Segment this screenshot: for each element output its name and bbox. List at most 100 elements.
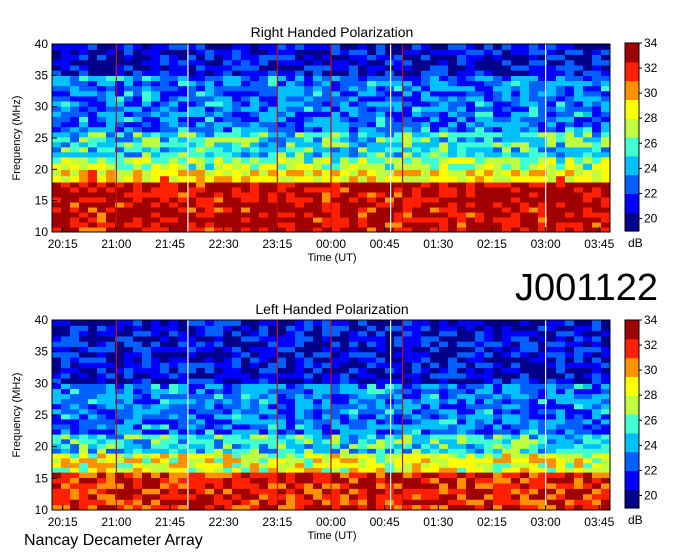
heatmap-cell: [106, 59, 116, 66]
heatmap-cell: [349, 116, 359, 123]
heatmap-cell: [529, 121, 539, 128]
heatmap-cell: [484, 64, 494, 71]
heatmap-cell: [484, 335, 494, 342]
heatmap-cell: [421, 151, 431, 158]
heatmap-cell: [421, 462, 431, 468]
heatmap-cell: [196, 320, 206, 326]
heatmap-cell: [70, 151, 80, 158]
heatmap-cell: [70, 111, 80, 117]
heatmap-cell: [430, 388, 440, 395]
heatmap-cell: [376, 398, 386, 405]
heatmap-cell: [142, 330, 152, 337]
heatmap-cell: [61, 54, 71, 61]
heatmap-cell: [385, 434, 395, 440]
heatmap-cell: [412, 146, 422, 153]
heatmap-cell: [583, 186, 593, 193]
heatmap-cell: [583, 482, 593, 489]
heatmap-cell: [574, 181, 584, 188]
heatmap-cell: [106, 472, 116, 479]
heatmap-cell: [529, 163, 539, 170]
x-tick-label: 01:30: [423, 237, 453, 251]
heatmap-cell: [196, 111, 206, 117]
heatmap-cell: [358, 70, 368, 76]
heatmap-cell: [358, 362, 368, 369]
heatmap-cell: [574, 111, 584, 117]
heatmap-cell: [169, 388, 179, 395]
heatmap-cell: [259, 175, 269, 183]
heatmap-cell: [457, 418, 467, 425]
heatmap-cell: [358, 100, 368, 107]
heatmap-cell: [79, 156, 89, 164]
heatmap-cell: [448, 408, 458, 415]
heatmap-cell: [457, 341, 467, 347]
heatmap-cell: [439, 335, 449, 342]
heatmap-cell: [457, 64, 467, 71]
heatmap-cell: [385, 477, 395, 484]
heatmap-cell: [484, 136, 494, 143]
heatmap-cell: [574, 383, 584, 389]
heatmap-cell: [547, 372, 557, 379]
heatmap-cell: [304, 320, 314, 326]
heatmap-cell: [259, 488, 269, 495]
heatmap-cell: [376, 403, 386, 410]
heatmap-cell: [493, 146, 503, 153]
heatmap-cell: [592, 90, 602, 97]
heatmap-cell: [403, 156, 413, 164]
heatmap-cell: [529, 181, 539, 188]
heatmap-cell: [151, 221, 161, 228]
heatmap-cell: [547, 136, 557, 143]
heatmap-cell: [178, 453, 188, 459]
heatmap-cell: [223, 472, 233, 479]
heatmap-cell: [88, 457, 98, 464]
heatmap-cell: [448, 443, 458, 449]
heatmap-cell: [313, 121, 323, 128]
heatmap-cell: [322, 201, 332, 208]
heatmap-cell: [349, 44, 359, 50]
heatmap-cell: [304, 393, 314, 400]
heatmap-cell: [277, 448, 287, 454]
heatmap-cell: [556, 216, 566, 223]
heatmap-cell: [88, 146, 98, 153]
heatmap-cell: [223, 196, 233, 203]
spectrogram-heatmap: [52, 320, 610, 510]
heatmap-cell: [511, 116, 521, 123]
heatmap-cell: [520, 477, 530, 484]
heatmap-cell: [214, 206, 224, 213]
heatmap-cell: [286, 75, 296, 82]
heatmap-cell: [151, 121, 161, 128]
heatmap-cell: [286, 346, 296, 353]
heatmap-cell: [475, 482, 485, 489]
heatmap-cell: [466, 418, 476, 425]
heatmap-cell: [178, 320, 188, 326]
heatmap-cell: [340, 85, 350, 92]
heatmap-cell: [277, 325, 287, 332]
heatmap-cell: [556, 438, 566, 445]
heatmap-cell: [331, 70, 341, 76]
heatmap-cell: [52, 126, 62, 133]
heatmap-cell: [601, 95, 610, 102]
heatmap-cell: [421, 216, 431, 223]
heatmap-cell: [421, 325, 431, 332]
heatmap-cell: [430, 191, 440, 198]
heatmap-cell: [214, 169, 224, 177]
heatmap-cell: [592, 156, 602, 164]
heatmap-cell: [556, 388, 566, 395]
heatmap-cell: [331, 175, 341, 183]
heatmap-cell: [430, 335, 440, 342]
heatmap-cell: [259, 106, 269, 112]
heatmap-cell: [286, 393, 296, 400]
heatmap-cell: [70, 335, 80, 342]
heatmap-cell: [142, 418, 152, 425]
heatmap-cell: [322, 206, 332, 213]
heatmap-cell: [196, 181, 206, 188]
heatmap-cell: [592, 383, 602, 389]
heatmap-cell: [295, 443, 305, 449]
heatmap-cell: [529, 54, 539, 61]
heatmap-cell: [286, 378, 296, 384]
heatmap-cell: [304, 169, 314, 177]
heatmap-cell: [457, 423, 467, 430]
heatmap-cell: [439, 428, 449, 435]
heatmap-cell: [340, 191, 350, 198]
heatmap-cell: [439, 482, 449, 489]
heatmap-cell: [430, 100, 440, 107]
